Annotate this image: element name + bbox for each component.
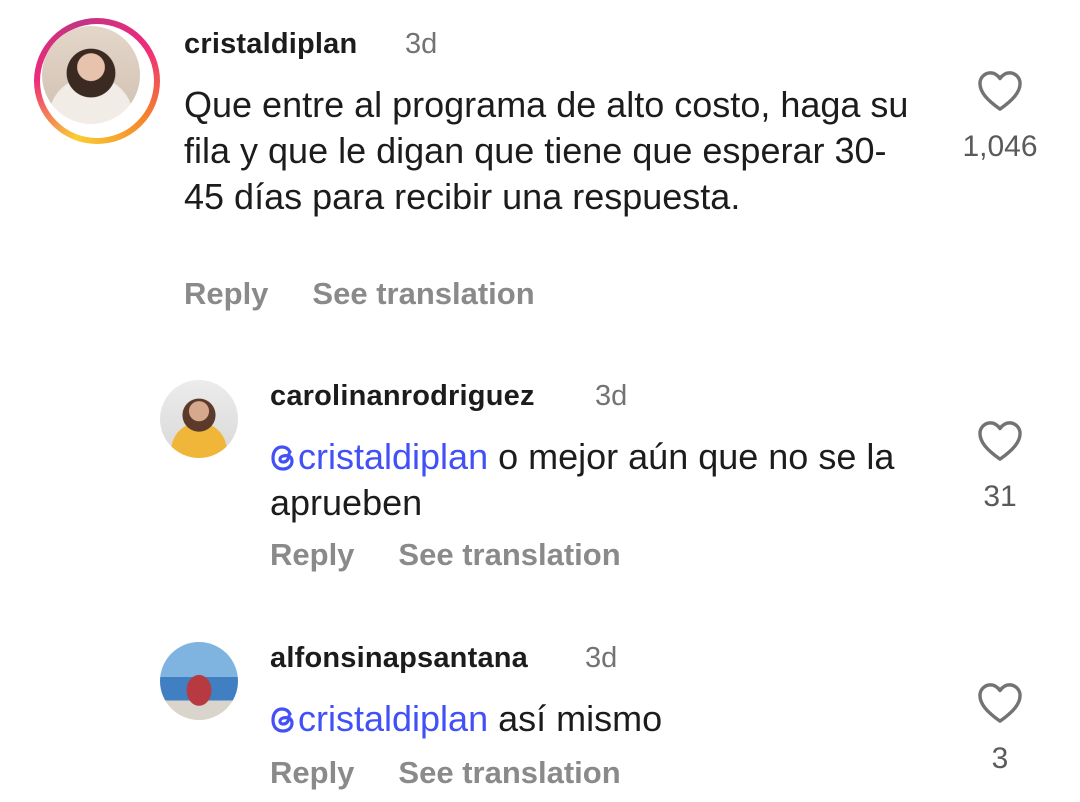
- mention-link[interactable]: cristaldiplan: [270, 698, 488, 739]
- comment-actions: Reply See translation: [184, 276, 579, 312]
- comment-body: así mismo: [498, 698, 663, 739]
- comment-text: cristaldiplan así mismo: [270, 696, 910, 742]
- like-count: 1,046: [962, 130, 1038, 163]
- heart-icon[interactable]: [977, 682, 1023, 724]
- comment-timestamp: 3d: [585, 642, 618, 674]
- like-count: 3: [991, 742, 1009, 775]
- comment-text: Que entre al programa de alto costo, hag…: [184, 84, 909, 217]
- reply-button[interactable]: Reply: [270, 755, 354, 790]
- mention-username: cristaldiplan: [298, 436, 489, 477]
- threads-mention-icon: [271, 707, 294, 733]
- comment-text: cristaldiplan o mejor aún que no se la a…: [270, 434, 910, 526]
- mention-username: cristaldiplan: [298, 698, 489, 739]
- mention-link[interactable]: cristaldiplan: [270, 436, 488, 477]
- comment-actions: Reply See translation: [270, 755, 665, 791]
- comment-username[interactable]: cristaldiplan: [184, 28, 357, 61]
- comment-username[interactable]: carolinanrodriguez: [270, 380, 535, 413]
- comment-timestamp: 3d: [405, 28, 438, 60]
- reply-button[interactable]: Reply: [270, 537, 354, 572]
- comment-timestamp: 3d: [595, 380, 628, 412]
- see-translation-button[interactable]: See translation: [398, 537, 620, 572]
- comment-actions: Reply See translation: [270, 537, 665, 573]
- see-translation-button[interactable]: See translation: [398, 755, 620, 790]
- avatar[interactable]: [160, 380, 238, 458]
- avatar[interactable]: [160, 642, 238, 720]
- reply-button[interactable]: Reply: [184, 276, 268, 311]
- avatar: [42, 26, 140, 124]
- comment-username[interactable]: alfonsinapsantana: [270, 642, 528, 675]
- heart-icon[interactable]: [977, 420, 1023, 462]
- like-count: 31: [983, 480, 1017, 513]
- heart-icon[interactable]: [977, 70, 1023, 112]
- threads-mention-icon: [271, 445, 294, 471]
- story-ring-avatar[interactable]: [34, 18, 160, 144]
- see-translation-button[interactable]: See translation: [312, 276, 534, 311]
